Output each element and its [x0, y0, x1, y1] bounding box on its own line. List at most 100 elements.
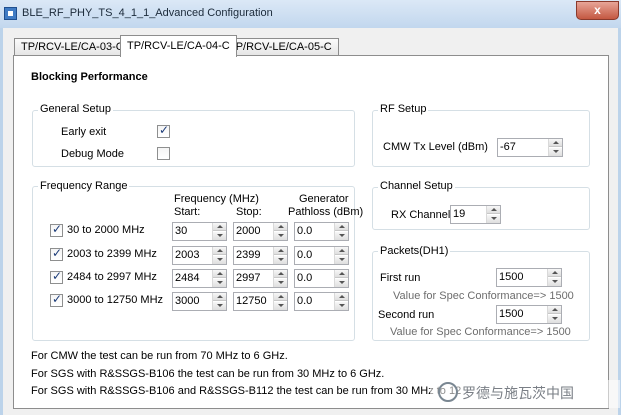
stepper-down-icon[interactable] [274, 232, 287, 240]
stepper-value: 2399 [236, 249, 261, 261]
stepper-up-icon[interactable] [213, 270, 226, 278]
stepper-up-icon[interactable] [335, 247, 348, 255]
range-label: 3000 to 12750 MHz [67, 294, 164, 306]
second-run-label: Second run [378, 309, 435, 321]
rx-channel-label: RX Channel [391, 209, 451, 221]
stepper-down-icon[interactable] [335, 256, 348, 264]
close-icon: x [594, 3, 601, 17]
stepper-value: 2484 [175, 272, 200, 284]
stepper-up-icon[interactable] [274, 293, 287, 301]
pathloss-stepper[interactable]: 0.0 [294, 246, 349, 265]
stepper-down-icon[interactable] [274, 256, 287, 264]
note-cmw: For CMW the test can be run from 70 MHz … [31, 350, 288, 362]
start-stepper[interactable]: 3000 [172, 292, 227, 311]
first-run-label: First run [380, 272, 421, 284]
debug-mode-checkbox[interactable] [157, 147, 170, 160]
checkmark-icon: ✓ [159, 123, 170, 137]
app-icon [4, 7, 17, 20]
stepper-up-icon[interactable] [213, 247, 226, 255]
early-exit-checkbox[interactable]: ✓ [157, 123, 170, 138]
checkmark-icon: ✓ [52, 292, 63, 306]
stepper-down-icon[interactable] [548, 315, 561, 323]
stepper-value: 1500 [499, 271, 524, 283]
stepper-value: 3000 [175, 295, 200, 307]
stepper-up-icon[interactable] [335, 270, 348, 278]
stepper-up-icon[interactable] [487, 206, 500, 214]
stepper-value: 0.0 [297, 295, 313, 307]
stepper-up-icon[interactable] [548, 306, 561, 314]
pathloss-stepper[interactable]: 0.0 [294, 222, 349, 241]
stop-column-header: Stop: [236, 206, 262, 218]
start-stepper[interactable]: 2484 [172, 269, 227, 288]
stepper-up-icon[interactable] [549, 139, 562, 147]
stepper-up-icon[interactable] [548, 269, 561, 277]
rf-setup-legend: RF Setup [378, 103, 429, 115]
stepper-down-icon[interactable] [335, 302, 348, 310]
stepper-value: 12750 [236, 295, 267, 307]
general-setup-legend: General Setup [38, 103, 113, 115]
range-checkbox-30-2000[interactable]: ✓ [50, 222, 63, 237]
stepper-down-icon[interactable] [213, 232, 226, 240]
pathloss-stepper[interactable]: 0.0 [294, 292, 349, 311]
stepper-down-icon[interactable] [487, 215, 500, 223]
range-checkbox-2484-2997[interactable]: ✓ [50, 269, 63, 284]
start-stepper[interactable]: 30 [172, 222, 227, 241]
stepper-down-icon[interactable] [335, 232, 348, 240]
range-checkbox-3000-12750[interactable]: ✓ [50, 292, 63, 307]
note-sgs-b106-b112: For SGS with R&SSGS-B106 and R&SSGS-B112… [31, 385, 462, 397]
stepper-value: 0.0 [297, 225, 313, 237]
stepper-value: 2997 [236, 272, 261, 284]
cmw-tx-level-label: CMW Tx Level (dBm) [383, 141, 488, 153]
tab-ca-05-c[interactable]: TP/RCV-LE/CA-05-C [222, 38, 339, 56]
stepper-down-icon[interactable] [213, 256, 226, 264]
stepper-down-icon[interactable] [548, 278, 561, 286]
range-checkbox-2003-2399[interactable]: ✓ [50, 246, 63, 261]
pathloss-column-header: Pathloss (dBm) [288, 206, 364, 218]
stepper-up-icon[interactable] [274, 247, 287, 255]
stop-stepper[interactable]: 12750 [233, 292, 288, 311]
stepper-down-icon[interactable] [213, 279, 226, 287]
stepper-up-icon[interactable] [213, 293, 226, 301]
stepper-up-icon[interactable] [335, 293, 348, 301]
stepper-up-icon[interactable] [274, 223, 287, 231]
stepper-value: 30 [175, 225, 188, 237]
stop-stepper[interactable]: 2000 [233, 222, 288, 241]
start-stepper[interactable]: 2003 [172, 246, 227, 265]
start-column-header: Start: [174, 206, 201, 218]
pathloss-stepper[interactable]: 0.0 [294, 269, 349, 288]
first-run-stepper[interactable]: 1500 [496, 268, 562, 287]
range-label: 30 to 2000 MHz [67, 224, 145, 236]
debug-mode-label: Debug Mode [61, 148, 124, 160]
window-title: BLE_RF_PHY_TS_4_1_1_Advanced Configurati… [22, 7, 273, 19]
panel-heading: Blocking Performance [31, 71, 148, 83]
close-button[interactable]: x [576, 1, 619, 20]
watermark-text: 罗德与施瓦茨中国 [462, 385, 574, 401]
checkmark-icon: ✓ [52, 246, 63, 260]
frequency-range-legend: Frequency Range [38, 180, 130, 192]
stepper-value: 2003 [175, 249, 200, 261]
stepper-down-icon[interactable] [274, 279, 287, 287]
range-label: 2003 to 2399 MHz [67, 248, 157, 260]
second-run-stepper[interactable]: 1500 [496, 305, 562, 324]
stepper-up-icon[interactable] [213, 223, 226, 231]
tab-ca-03-c[interactable]: TP/RCV-LE/CA-03-C [14, 38, 131, 56]
tab-label: TP/RCV-LE/CA-04-C [127, 40, 230, 52]
cmw-tx-level-stepper[interactable]: -67 [497, 138, 563, 157]
tab-ca-04-c[interactable]: TP/RCV-LE/CA-04-C [120, 35, 237, 57]
tab-label: TP/RCV-LE/CA-05-C [229, 41, 332, 53]
stop-stepper[interactable]: 2399 [233, 246, 288, 265]
stepper-down-icon[interactable] [549, 148, 562, 156]
stop-stepper[interactable]: 2997 [233, 269, 288, 288]
stepper-down-icon[interactable] [335, 279, 348, 287]
stepper-up-icon[interactable] [274, 270, 287, 278]
stepper-value: 19 [453, 208, 466, 220]
range-label: 2484 to 2997 MHz [67, 271, 157, 283]
channel-setup-legend: Channel Setup [378, 180, 455, 192]
stepper-down-icon[interactable] [213, 302, 226, 310]
stepper-up-icon[interactable] [335, 223, 348, 231]
frequency-column-header: Frequency (MHz) [174, 193, 259, 205]
stepper-down-icon[interactable] [274, 302, 287, 310]
watermark-logo-icon [438, 382, 458, 402]
rx-channel-stepper[interactable]: 19 [450, 205, 501, 224]
stepper-value: 1500 [499, 308, 524, 320]
